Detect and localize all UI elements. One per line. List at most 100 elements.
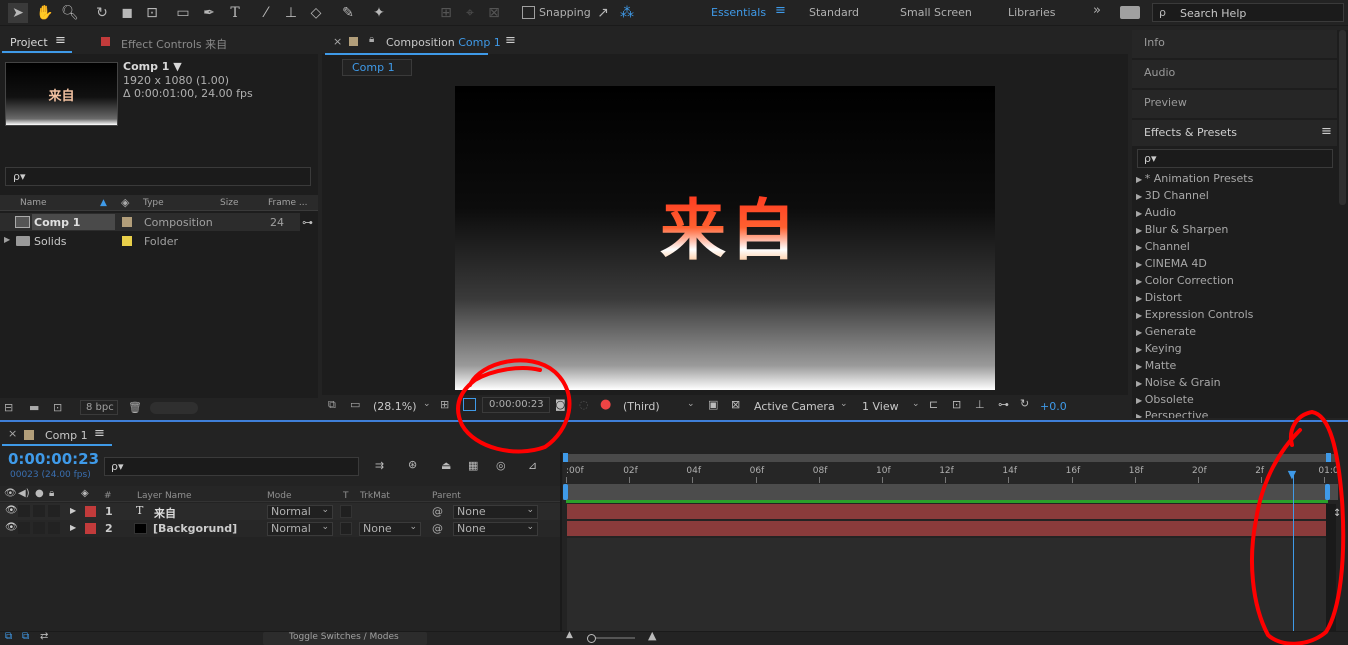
transparency-grid-icon[interactable]: ⊠: [731, 398, 740, 411]
timeline-timecode[interactable]: 0:00:00:23: [8, 450, 99, 468]
workspace-small-screen[interactable]: Small Screen: [900, 6, 972, 19]
panel-effects-presets[interactable]: Effects & Presets: [1144, 126, 1237, 139]
layer-trkmat-select[interactable]: None ⌄: [359, 522, 421, 536]
layer-label-color[interactable]: [85, 523, 96, 534]
work-area-bar[interactable]: [563, 484, 1338, 500]
fit-frame-icon[interactable]: ⊞: [440, 398, 449, 411]
layer-parent-select[interactable]: None ⌄: [453, 505, 538, 519]
comp-menu-icon[interactable]: ≡: [505, 33, 516, 48]
fast-previews-icon[interactable]: ▣: [708, 398, 718, 411]
effects-category[interactable]: ▶ Obsolete: [1136, 393, 1194, 406]
preserve-transparency-toggle[interactable]: [340, 505, 352, 518]
roto-brush-tool-icon[interactable]: ✎: [338, 3, 358, 23]
zoom-slider-handle[interactable]: [587, 634, 596, 643]
hand-tool-icon[interactable]: ✋: [35, 3, 55, 23]
effects-category[interactable]: ▶ CINEMA 4D: [1136, 257, 1207, 270]
playhead-handle-icon[interactable]: ▼: [1288, 468, 1296, 481]
graph-editor-icon[interactable]: ⊿: [528, 459, 537, 472]
project-search-input[interactable]: ρ▾: [5, 167, 311, 186]
timeline-menu-icon[interactable]: ≡: [94, 426, 105, 441]
solo-switch[interactable]: [33, 505, 45, 517]
color-channels-icon[interactable]: ●: [600, 397, 611, 412]
rotate-tool-icon[interactable]: ↻: [92, 3, 112, 23]
current-time-display[interactable]: 0:00:00:23: [482, 397, 550, 413]
expand-transfer-controls-icon[interactable]: ⧉: [22, 631, 29, 642]
expand-layer-switches-icon[interactable]: ⧉: [5, 631, 12, 642]
comp-breadcrumb[interactable]: Comp 1: [342, 59, 412, 76]
clone-stamp-tool-icon[interactable]: ⊥: [281, 3, 301, 23]
effects-category[interactable]: ▶ Matte: [1136, 359, 1176, 372]
interpret-footage-icon[interactable]: ⊟: [4, 401, 13, 414]
axis-local-icon[interactable]: ⊞: [436, 3, 456, 23]
show-snapshot-icon[interactable]: ◌: [579, 398, 589, 411]
effects-menu-icon[interactable]: ≡: [1321, 124, 1332, 139]
expand-arrow-icon[interactable]: ▶: [70, 506, 76, 515]
comp-mini-flowchart-icon[interactable]: ⇉: [375, 459, 384, 472]
table-row[interactable]: 👁︎ ▶ 1 T 来自 Normal ⌄ @ None ⌄: [0, 503, 560, 520]
solo-switch-icon[interactable]: ●: [35, 488, 44, 499]
exposure-value[interactable]: +0.0: [1040, 400, 1067, 413]
zoom-select[interactable]: (28.1%): [373, 400, 417, 413]
parent-pickwhip-icon[interactable]: @: [432, 522, 443, 535]
pen-tool-icon[interactable]: ✒: [199, 3, 219, 23]
type-tool-icon[interactable]: T: [225, 3, 245, 23]
shy-layers-icon[interactable]: ⏏: [441, 459, 451, 472]
panel-audio[interactable]: Audio: [1144, 66, 1175, 79]
pan-behind-tool-icon[interactable]: ⊡: [142, 3, 162, 23]
timeline-icon[interactable]: ⊥: [975, 398, 985, 411]
col-frame[interactable]: Frame ...: [268, 198, 308, 208]
zoom-in-icon[interactable]: ▲: [648, 629, 656, 642]
snap-edges-icon[interactable]: ↗: [593, 3, 613, 23]
effects-category[interactable]: ▶ Perspective: [1136, 409, 1208, 418]
list-item[interactable]: Comp 1 Composition 24: [0, 213, 300, 231]
trash-icon[interactable]: 🗑︎: [128, 401, 142, 414]
toggle-switches-button[interactable]: Toggle Switches / Modes: [263, 632, 427, 645]
visibility-eye-icon[interactable]: 👁︎: [5, 505, 18, 516]
timeline-zoom-slider[interactable]: [590, 637, 635, 639]
thumbnail-slider[interactable]: [150, 402, 198, 414]
search-help-field[interactable]: ρ Search Help: [1152, 3, 1344, 22]
work-area-end-handle[interactable]: [1325, 484, 1330, 500]
effects-category[interactable]: ▶ Noise & Grain: [1136, 376, 1221, 389]
effects-category[interactable]: ▶ Expression Controls: [1136, 308, 1253, 321]
always-preview-icon[interactable]: ⧉: [328, 398, 336, 412]
panel-preview[interactable]: Preview: [1144, 96, 1187, 109]
rectangle-tool-icon[interactable]: ▭: [173, 3, 193, 23]
flowchart-icon[interactable]: ⊶: [998, 398, 1009, 411]
close-icon[interactable]: ×: [8, 427, 17, 440]
effects-category[interactable]: ▶ * Animation Presets: [1136, 172, 1253, 185]
puppet-tool-icon[interactable]: ✦: [369, 3, 389, 23]
zoom-out-icon[interactable]: ▲: [566, 630, 573, 640]
toggle-pixel-aspect-icon[interactable]: ⊏: [929, 398, 938, 411]
right-panel-scrollbar[interactable]: [1339, 30, 1346, 205]
region-of-interest-icon[interactable]: [463, 398, 476, 411]
effects-category[interactable]: ▶ Audio: [1136, 206, 1176, 219]
lock-switch[interactable]: [48, 505, 60, 517]
lock-switch[interactable]: [48, 522, 60, 534]
project-menu-icon[interactable]: ≡: [55, 33, 66, 48]
list-item[interactable]: ▶ Solids Folder: [0, 232, 300, 250]
expand-arrow-icon[interactable]: ▶: [70, 523, 76, 532]
fast-draft-icon[interactable]: ⊡: [952, 398, 961, 411]
tab-project[interactable]: Project: [10, 36, 48, 49]
lock-switch-icon[interactable]: 🔒︎: [49, 488, 54, 499]
table-row[interactable]: 👁︎ ▶ 2 [Backgorund] Normal ⌄ None ⌄ @ None…: [0, 520, 560, 537]
views-select[interactable]: 1 View: [862, 400, 899, 413]
expand-in-out-icon[interactable]: ⇄: [40, 631, 48, 642]
reset-exposure-icon[interactable]: ↻: [1020, 397, 1029, 410]
label-color-swatch[interactable]: [122, 236, 132, 246]
axis-world-icon[interactable]: ⌖: [460, 3, 480, 23]
preserve-transparency-toggle[interactable]: [340, 522, 352, 535]
label-tag-icon[interactable]: ◈: [81, 488, 89, 499]
new-composition-icon[interactable]: ⊡: [53, 401, 62, 414]
effects-category[interactable]: ▶ Distort: [1136, 291, 1182, 304]
draft-3d-icon[interactable]: ⊛: [408, 458, 417, 471]
time-navigator[interactable]: [563, 454, 1338, 462]
eraser-tool-icon[interactable]: ◇: [306, 3, 326, 23]
effects-category[interactable]: ▶ Channel: [1136, 240, 1190, 253]
close-icon[interactable]: ×: [333, 35, 342, 48]
flowchart-icon[interactable]: ⊶: [302, 216, 313, 229]
workspace-libraries[interactable]: Libraries: [1008, 6, 1056, 19]
effects-category[interactable]: ▶ 3D Channel: [1136, 189, 1209, 202]
audio-switch-icon[interactable]: ◀): [18, 488, 30, 499]
